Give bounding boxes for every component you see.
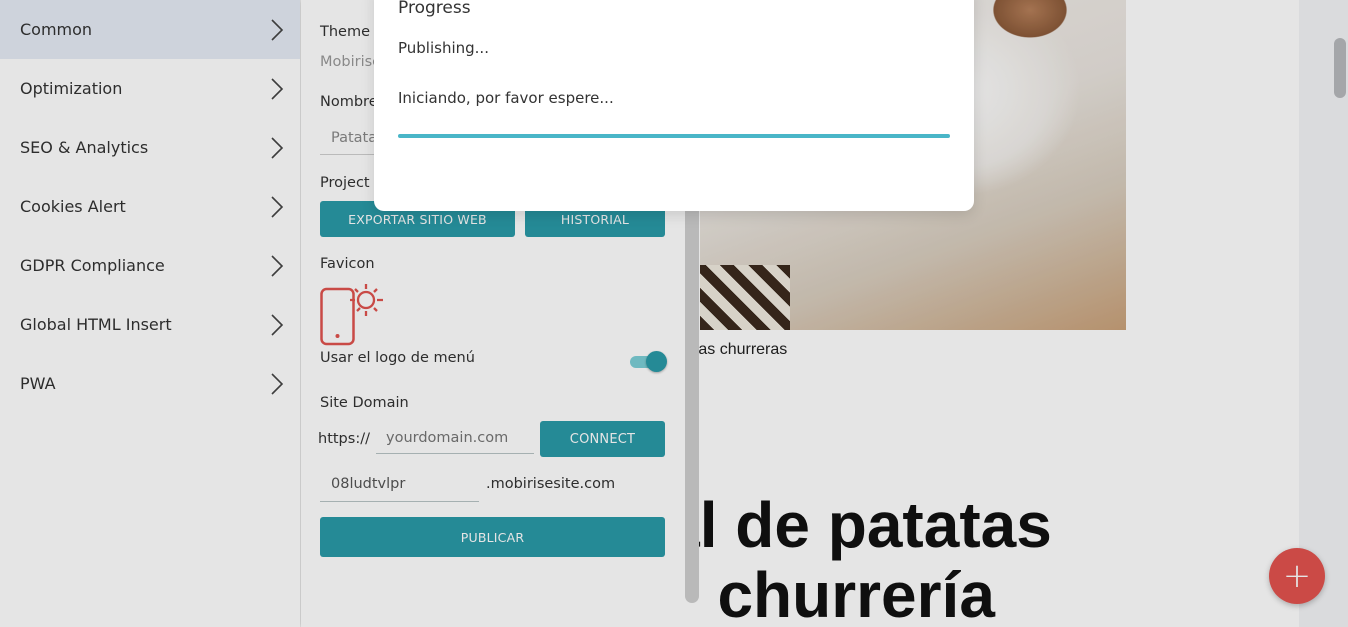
progress-bar [398, 134, 950, 138]
dialog-status: Publishing... [398, 39, 489, 57]
dialog-message: Iniciando, por favor espere... [398, 89, 614, 107]
progress-dialog: Progress Publishing... Iniciando, por fa… [374, 0, 974, 211]
dialog-title: Progress [398, 0, 471, 18]
